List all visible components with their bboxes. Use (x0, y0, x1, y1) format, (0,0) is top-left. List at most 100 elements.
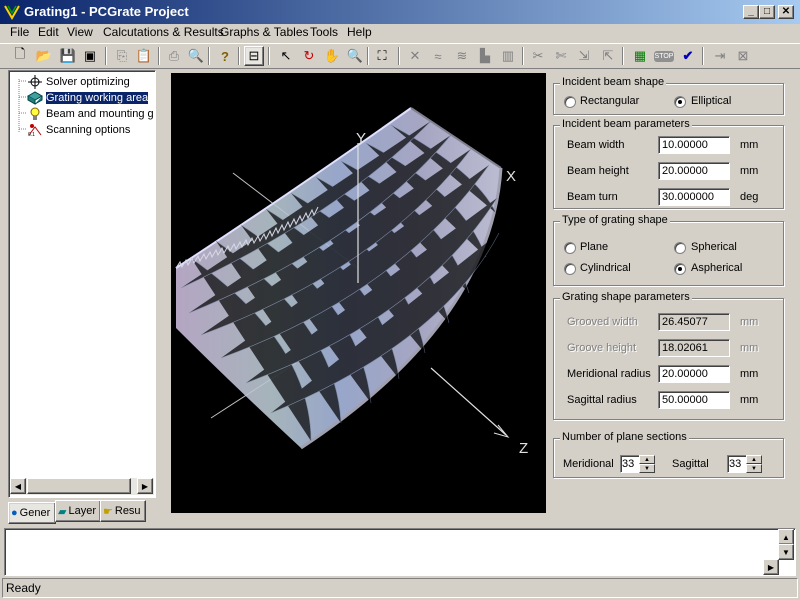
radio-rectangular[interactable] (564, 96, 576, 108)
menu-file[interactable]: File (10, 25, 29, 39)
axis-y-label: Y (356, 130, 366, 147)
axis-z-label: Z (519, 440, 528, 457)
grating-type-group: Type of grating shape Plane Spherical Cy… (553, 214, 784, 286)
bulb-icon (27, 107, 43, 121)
grating-3d-viewport[interactable]: Y X Z (171, 73, 546, 513)
output-log[interactable]: ▲ ▼ ▶ (4, 528, 796, 576)
fit-view-icon[interactable]: ⛶ (372, 46, 392, 66)
menu-help[interactable]: Help (347, 25, 372, 39)
meridional-sections-input[interactable]: 33 (620, 455, 640, 473)
table-icon[interactable]: ▦ (630, 46, 650, 66)
block-icon[interactable]: ▙ (475, 46, 495, 66)
export-icon[interactable]: ⇱ (598, 46, 618, 66)
frame-icon[interactable]: ⊟ (244, 46, 264, 66)
menu-calculations[interactable]: Calcutations & Results (103, 25, 224, 39)
zoom-icon[interactable]: 🔍 (345, 46, 365, 66)
label-beam-height: Beam height (567, 165, 629, 177)
preview-icon[interactable]: ▣ (80, 46, 100, 66)
label-beam-width: Beam width (567, 139, 625, 151)
help-icon[interactable]: ? (215, 46, 235, 66)
transfer-icon[interactable]: ⇥ (710, 46, 730, 66)
scroll-right-button[interactable]: ▶ (137, 478, 153, 494)
radio-plane[interactable] (564, 242, 576, 254)
tree-item-solver[interactable]: Solver optimizing (27, 74, 130, 89)
menu-tools[interactable]: Tools (310, 25, 338, 39)
scissors-icon[interactable]: ✄ (551, 46, 571, 66)
scroll-down-button[interactable]: ▼ (778, 544, 794, 560)
plane-sections-group: Number of plane sections Meridional 33 ▲… (553, 431, 784, 478)
print-preview-icon[interactable]: 🔍 (186, 46, 206, 66)
scroll-right-button-2[interactable]: ▶ (763, 559, 779, 575)
paste-icon[interactable]: 📋 (134, 46, 154, 66)
pan-hand-icon[interactable]: ✋ (322, 46, 342, 66)
open-folder-icon[interactable]: 📂 (34, 46, 54, 66)
grooved-width-input: 26.45077 (658, 313, 730, 331)
tab-layers[interactable]: ▰ Layer (55, 500, 101, 522)
label-groove-height: Groove height (567, 342, 637, 354)
menu-edit[interactable]: Edit (38, 25, 59, 39)
tree-panel: Solver optimizing Grating working area B… (8, 70, 156, 498)
close-button[interactable]: ✕ (778, 5, 794, 19)
scroll-up-button[interactable]: ▲ (778, 529, 794, 545)
copy-icon[interactable]: ⎘ (112, 46, 132, 66)
sagittal-sections-input[interactable]: 33 (727, 455, 747, 473)
rotate-icon[interactable]: ↻ (299, 46, 319, 66)
layers-icon[interactable]: ≋ (452, 46, 472, 66)
beam-width-input[interactable]: 10.00000 (658, 136, 730, 154)
save-icon[interactable]: 💾 (58, 46, 78, 66)
svg-text:0.1: 0.1 (28, 132, 35, 137)
label-meridional: Meridional (563, 458, 614, 470)
print-icon[interactable]: ⎙ (164, 46, 184, 66)
tree-item-beam[interactable]: Beam and mounting g (27, 106, 154, 121)
beam-height-input[interactable]: 20.00000 (658, 162, 730, 180)
layers-tab-icon: ▰ (58, 505, 67, 518)
incident-shape-group: Incident beam shape Rectangular Elliptic… (553, 76, 784, 115)
incident-params-group: Incident beam parameters Beam width 10.0… (553, 118, 784, 209)
label-meridional-radius: Meridional radius (567, 368, 651, 380)
window-title: Grating1 - PCGrate Project (24, 4, 189, 19)
pointer-icon[interactable]: ↖ (276, 46, 296, 66)
tree-horizontal-scrollbar[interactable]: ◀ ▶ (10, 478, 154, 495)
radio-cylindrical[interactable] (564, 263, 576, 275)
beam-turn-input[interactable]: 30.000000 (658, 188, 730, 206)
tree-item-scanning[interactable]: 0.1 Scanning options (27, 122, 130, 138)
book-icon[interactable]: ▥ (498, 46, 518, 66)
minimize-button[interactable]: _ (743, 5, 759, 19)
cut-icon[interactable]: ✂ (528, 46, 548, 66)
radio-spherical[interactable] (674, 242, 686, 254)
sagittal-spinner[interactable]: ▲ ▼ (746, 455, 762, 473)
meridional-radius-input[interactable]: 20.00000 (658, 365, 730, 383)
tab-results[interactable]: ☛ Resu (100, 500, 146, 522)
wave-icon[interactable]: ≈ (428, 46, 448, 66)
sagittal-radius-input[interactable]: 50.00000 (658, 391, 730, 409)
check-icon[interactable]: ✔ (678, 46, 698, 66)
stop-icon[interactable]: STOP (653, 46, 675, 66)
radio-aspherical[interactable] (674, 263, 686, 275)
tree-item-grating[interactable]: Grating working area (26, 90, 150, 105)
axis-x-label: X (506, 168, 516, 185)
crosshair-icon (27, 74, 43, 89)
label-beam-turn: Beam turn (567, 191, 618, 203)
new-file-icon[interactable]: 🗋 (10, 46, 30, 66)
radio-elliptical[interactable] (674, 96, 686, 108)
grating-3d-render: Y X Z (175, 107, 528, 457)
menu-view[interactable]: View (67, 25, 93, 39)
title-bar[interactable]: Grating1 - PCGrate Project _ □ ✕ (0, 0, 800, 24)
toolbar: 🗋 📂 💾 ▣ ⎘ 📋 ⎙ 🔍 ? ⊟ ↖ ↻ ✋ 🔍 ⛶ ✕ ≈ ≋ ▙ ▥ … (0, 43, 800, 69)
label-rectangular: Rectangular (580, 95, 640, 107)
menu-graphs[interactable]: Graphs & Tables (220, 25, 309, 39)
cancel-grid-icon[interactable]: ⊠ (733, 46, 753, 66)
grating-params-group: Grating shape parameters Grooved width 2… (553, 291, 784, 420)
delete-icon[interactable]: ✕ (405, 46, 425, 66)
scroll-left-button[interactable]: ◀ (10, 478, 26, 494)
grating-icon (26, 90, 44, 105)
label-grooved-width: Grooved width (567, 316, 638, 328)
meridional-spinner[interactable]: ▲ ▼ (639, 455, 655, 473)
import-icon[interactable]: ⇲ (574, 46, 594, 66)
menu-bar: File Edit View Calcutations & Results Gr… (0, 24, 800, 42)
tab-general[interactable]: ● Gener (8, 502, 56, 524)
hand-icon: ☛ (103, 505, 113, 518)
maximize-button[interactable]: □ (759, 5, 775, 19)
scroll-thumb[interactable] (27, 478, 131, 494)
groove-height-input: 18.02061 (658, 339, 730, 357)
